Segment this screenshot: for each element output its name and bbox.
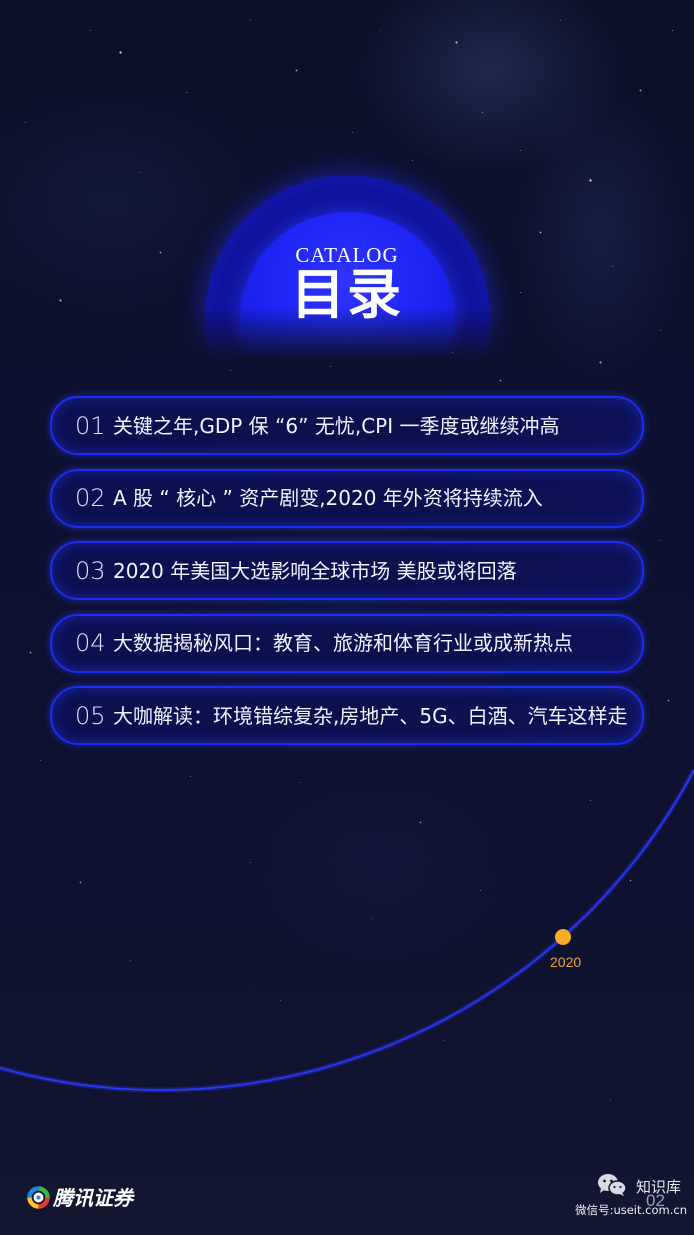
watermark-name: 知识库 [636, 1178, 682, 1196]
timeline-year-label: 2020 [550, 954, 582, 970]
tencent-securities-logo-icon [27, 1186, 50, 1209]
wechat-icon [598, 1174, 627, 1196]
watermark-id: 微信号:useit.com.cn [575, 1203, 687, 1217]
orbit-arc [0, 768, 694, 1093]
timeline-dot [555, 929, 571, 945]
catalog-page: CATALOG 目录 01 关键之年,GDP 保 “6” 无忧,CPI 一季度或… [0, 0, 694, 1235]
orbit-glow [0, 768, 694, 1093]
brand-name: 腾讯证券 [53, 1186, 133, 1210]
orbit-line [0, 769, 694, 1091]
